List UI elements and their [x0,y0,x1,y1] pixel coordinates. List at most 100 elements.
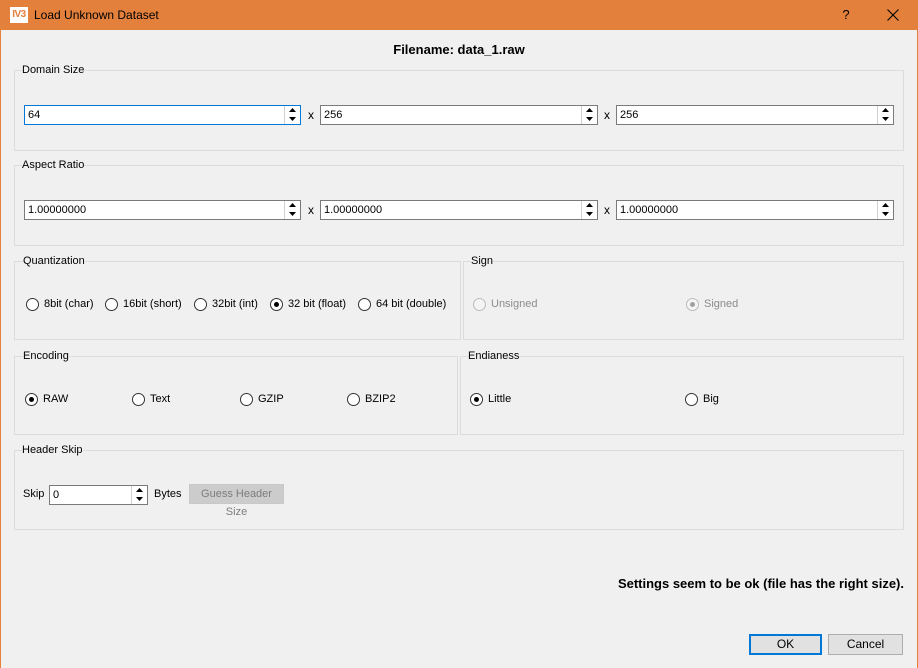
spin-arrows [581,201,597,219]
domain-size-z-value: 256 [620,109,639,121]
spin-arrows [877,106,893,124]
spin-up-button[interactable] [879,201,892,210]
radio-circle [105,298,118,311]
spin-arrows [284,106,300,124]
domain-size-separator-2: x [604,108,610,122]
skip-label: Skip [23,488,45,500]
caret-up-icon [289,108,296,112]
spin-down-button[interactable] [286,210,299,219]
app-icon: IV3 [10,7,28,23]
aspect-ratio-title: Aspect Ratio [22,159,85,171]
sign-title: Sign [471,255,494,267]
aspect-ratio-y-value: 1.00000000 [324,204,383,216]
spin-up-button[interactable] [583,201,596,210]
aspect-ratio-separator-2: x [604,203,610,217]
guess-header-size-button[interactable]: Guess Header Size [189,484,284,518]
spin-up-button[interactable] [286,201,299,210]
header-skip-title: Header Skip [22,444,83,456]
caret-down-icon [289,117,296,121]
spin-down-button[interactable] [583,210,596,219]
radio-circle-checked [270,298,283,311]
caret-down-icon [586,212,593,216]
bytes-label: Bytes [154,488,182,500]
aspect-ratio-z-input[interactable]: 1.00000000 [616,200,894,220]
caret-up-icon [882,108,889,112]
radio-label: Signed [704,298,739,310]
caret-down-icon [586,117,593,121]
radio-circle [240,393,253,406]
status-message: Settings seem to be ok (file has the rig… [617,576,904,591]
aspect-ratio-x-value: 1.00000000 [28,204,87,216]
endianess-group [460,356,904,435]
spin-down-button[interactable] [133,495,146,504]
encoding-title: Encoding [23,350,69,362]
domain-size-z-input[interactable]: 256 [616,105,894,125]
aspect-ratio-y-input[interactable]: 1.00000000 [320,200,598,220]
radio-label: Little [488,393,512,405]
endianess-title: Endianess [468,350,520,362]
filename-label: Filename: data_1.raw [393,42,525,57]
radio-circle [132,393,145,406]
radio-label: RAW [43,393,69,405]
radio-label: 16bit (short) [123,298,182,310]
radio-circle [194,298,207,311]
aspect-ratio-z-value: 1.00000000 [620,204,679,216]
quantization-title: Quantization [23,255,85,267]
radio-circle-checked [25,393,38,406]
domain-size-y-input[interactable]: 256 [320,105,598,125]
spin-arrows [284,201,300,219]
aspect-ratio-separator-1: x [308,203,314,217]
radio-circle [347,393,360,406]
help-button[interactable]: ? [822,0,870,30]
caret-down-icon [136,497,143,501]
title-bar[interactable]: IV3 Load Unknown Dataset ? [0,0,918,30]
window-title: Load Unknown Dataset [34,8,159,22]
radio-circle [358,298,371,311]
radio-circle [473,298,486,311]
spin-up-button[interactable] [879,106,892,115]
radio-circle [26,298,39,311]
ok-button[interactable]: OK [749,634,822,655]
caret-up-icon [586,108,593,112]
spin-arrows [877,201,893,219]
domain-size-x-input[interactable]: 64 [24,105,301,125]
skip-bytes-value: 0 [53,489,60,501]
caret-up-icon [136,488,143,492]
caret-up-icon [882,203,889,207]
spin-down-button[interactable] [286,115,299,124]
radio-label: Big [703,393,719,405]
spin-up-button[interactable] [583,106,596,115]
caret-down-icon [882,117,889,121]
caret-up-icon [586,203,593,207]
spin-up-button[interactable] [286,106,299,115]
caret-down-icon [882,212,889,216]
aspect-ratio-x-input[interactable]: 1.00000000 [24,200,301,220]
radio-label: 8bit (char) [44,298,94,310]
spin-arrows [131,486,147,504]
domain-size-x-value: 64 [28,109,41,121]
domain-size-y-value: 256 [324,109,343,121]
caret-up-icon [289,203,296,207]
spin-down-button[interactable] [583,115,596,124]
radio-circle-checked [686,298,699,311]
radio-label: Text [150,393,171,405]
radio-circle [685,393,698,406]
window-border-left [0,30,1,668]
spin-arrows [581,106,597,124]
caret-down-icon [289,212,296,216]
radio-label: Unsigned [491,298,538,310]
radio-label: BZIP2 [365,393,396,405]
domain-size-separator-1: x [308,108,314,122]
cancel-button[interactable]: Cancel [828,634,903,655]
close-button[interactable] [870,0,916,30]
skip-bytes-input[interactable]: 0 [49,485,148,505]
spin-down-button[interactable] [879,210,892,219]
radio-circle-checked [470,393,483,406]
close-icon [887,9,899,21]
spin-down-button[interactable] [879,115,892,124]
radio-label: 32bit (int) [212,298,258,310]
radio-label: 64 bit (double) [376,298,447,310]
radio-label: GZIP [258,393,284,405]
spin-up-button[interactable] [133,486,146,495]
domain-size-title: Domain Size [22,64,85,76]
